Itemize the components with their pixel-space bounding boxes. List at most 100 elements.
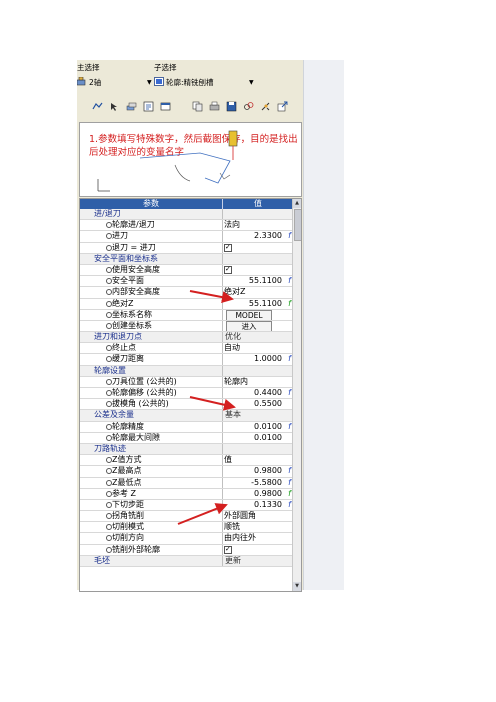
parameter-value[interactable]: 顺铣 <box>222 522 292 533</box>
copy-icon[interactable] <box>191 100 204 113</box>
arrow-icon[interactable] <box>108 100 121 113</box>
checkbox[interactable] <box>224 243 232 252</box>
export-icon[interactable] <box>276 100 289 113</box>
parameter-value[interactable]: 0.0100 f <box>222 421 292 432</box>
formula-icon[interactable]: f <box>288 299 291 309</box>
parameter-row[interactable]: 退刀 = 进刀 <box>80 242 292 254</box>
parameter-value[interactable]: 由内往外 <box>222 533 292 544</box>
parameter-row[interactable]: 轮廓偏移 (公共的) 0.4400 f <box>80 388 292 400</box>
parameter-row[interactable]: 安全平面 55.1100 f <box>80 276 292 288</box>
parameter-row[interactable]: 绝对Z 55.1100 f <box>80 298 292 310</box>
parameter-value[interactable]: 55.1100 f <box>222 276 292 287</box>
parameter-value[interactable]: 0.0100 <box>222 432 292 443</box>
parameter-value[interactable]: 优化 <box>222 332 292 343</box>
parameter-row[interactable]: Z最高点 0.9800 f <box>80 466 292 478</box>
parameter-grid: 参数 值 ⊟进/退刀轮廓进/退刀法向进刀2.3300f退刀 = 进刀⊟安全平面和… <box>79 198 302 592</box>
parameter-row[interactable]: 下切步距 0.1330 f <box>80 499 292 512</box>
formula-icon[interactable]: f <box>288 466 291 476</box>
parameter-value[interactable]: 值 <box>222 455 292 466</box>
print-icon[interactable] <box>208 100 221 113</box>
value-button[interactable]: 进入 <box>226 320 272 332</box>
strategy-icon[interactable] <box>91 100 104 113</box>
parameter-value[interactable] <box>222 544 292 555</box>
parameter-value[interactable]: 0.9800 f <box>222 488 292 499</box>
parameter-value[interactable] <box>222 209 292 220</box>
settings-icon[interactable] <box>259 100 272 113</box>
group-row[interactable]: ⊟安全平面和坐标系 <box>80 253 292 265</box>
parameter-value[interactable]: 绝对Z <box>222 287 292 298</box>
formula-icon[interactable]: f <box>288 354 291 364</box>
window-icon[interactable] <box>159 100 172 113</box>
formula-icon[interactable]: f <box>288 478 291 488</box>
parameter-value[interactable]: 自动 <box>222 343 292 354</box>
tool-icon <box>228 130 238 147</box>
parameter-row[interactable]: 终止点 自动 <box>80 343 292 355</box>
parameter-value[interactable] <box>222 242 292 253</box>
parameter-row[interactable]: 切削模式 顺铣 <box>80 522 292 534</box>
value-text: 0.9800 <box>254 466 282 476</box>
parameter-value[interactable]: 55.1100 f <box>222 298 292 309</box>
parameter-row[interactable]: 铣削外部轮廓 <box>80 544 292 556</box>
parameter-value[interactable]: 0.4400 f <box>222 388 292 399</box>
parameter-row[interactable]: 轮廓最大间隙 0.0100 <box>80 432 292 444</box>
value-button[interactable]: MODEL <box>226 309 272 320</box>
value-text: 由内往外 <box>224 533 256 543</box>
parameter-value[interactable] <box>222 443 292 455</box>
formula-icon[interactable]: f <box>288 231 291 241</box>
parameter-value[interactable] <box>222 253 292 264</box>
parameter-row[interactable]: Z值方式值 <box>80 455 292 467</box>
checkbox[interactable] <box>224 545 232 554</box>
parameter-row[interactable]: 拔模角 (公共的) 0.5500 <box>80 399 292 411</box>
parameter-row[interactable]: 内部安全高度 绝对Z <box>80 287 292 299</box>
parameter-row[interactable]: 刀具位置 (公共的) 轮廓内 <box>80 376 292 388</box>
scroll-thumb[interactable] <box>294 209 301 241</box>
group-row[interactable]: ⊟进刀和退刀点优化 <box>80 332 292 344</box>
parameter-row[interactable]: 参考 Z 0.9800 f <box>80 488 292 500</box>
parameter-value[interactable]: 更新 <box>222 555 292 566</box>
parameter-value[interactable]: 轮廓内 <box>222 376 292 387</box>
parameter-value[interactable]: 基本 <box>222 410 292 421</box>
parameter-value[interactable]: MODEL <box>222 309 292 320</box>
group-row[interactable]: ⊟公差及余量基本 <box>80 410 292 422</box>
formula-icon[interactable]: f <box>288 489 291 499</box>
main-select-dropdown[interactable]: 2轴 ▼ <box>77 75 152 87</box>
group-row[interactable]: ⊟进/退刀 <box>80 209 292 221</box>
parameter-value[interactable]: -5.5800 f <box>222 477 292 488</box>
tool-icon[interactable] <box>142 100 155 113</box>
layers-icon[interactable] <box>125 100 138 113</box>
parameter-row[interactable]: 切削方向 由内往外 <box>80 533 292 545</box>
parameter-value[interactable]: 外部圆角 <box>222 511 292 522</box>
sub-select-dropdown[interactable]: 轮廓:精铣刨槽 ▼ <box>154 75 254 87</box>
link-icon[interactable] <box>242 100 255 113</box>
checkbox[interactable] <box>224 265 232 274</box>
parameter-value[interactable] <box>222 264 292 276</box>
formula-icon[interactable]: f <box>288 500 291 510</box>
parameter-row[interactable]: 缓刀距离 1.0000 f <box>80 354 292 366</box>
parameter-row[interactable]: 轮廓进/退刀 法向 <box>80 220 292 232</box>
parameter-value[interactable]: 2.3300 f <box>222 231 292 242</box>
vertical-scrollbar[interactable]: ▲ ▼ <box>292 199 301 591</box>
save-icon[interactable] <box>225 100 238 113</box>
parameter-row[interactable]: 创建坐标系 进入 <box>80 320 292 333</box>
group-row[interactable]: ⊟毛坯更新 <box>80 555 292 567</box>
parameter-row[interactable]: 使用安全高度 <box>80 264 292 277</box>
formula-icon[interactable]: f <box>288 422 291 432</box>
parameter-value[interactable]: 0.1330 f <box>222 499 292 511</box>
parameter-row[interactable]: 坐标系名称 MODEL <box>80 309 292 321</box>
group-row[interactable]: ⊟刀路轨迹 <box>80 443 292 456</box>
parameter-value[interactable]: 法向 <box>222 220 292 231</box>
parameter-value[interactable]: 1.0000 f <box>222 354 292 365</box>
parameter-row[interactable]: 轮廓精度 0.0100 f <box>80 421 292 433</box>
parameter-value[interactable]: 0.9800 f <box>222 466 292 477</box>
parameter-value[interactable]: 进入 <box>222 320 292 332</box>
scroll-down-icon[interactable]: ▼ <box>293 582 301 591</box>
parameter-value[interactable]: 0.5500 <box>222 399 292 410</box>
parameter-value[interactable] <box>222 365 292 376</box>
group-row[interactable]: ⊟轮廓设置 <box>80 365 292 377</box>
scroll-up-icon[interactable]: ▲ <box>293 199 301 208</box>
formula-icon[interactable]: f <box>288 276 291 286</box>
formula-icon[interactable]: f <box>288 388 291 398</box>
parameter-row[interactable]: Z最低点 -5.5800 f <box>80 477 292 489</box>
parameter-row[interactable]: 拐角铣削 外部圆角 <box>80 511 292 523</box>
parameter-row[interactable]: 进刀 2.3300 f <box>80 231 292 243</box>
